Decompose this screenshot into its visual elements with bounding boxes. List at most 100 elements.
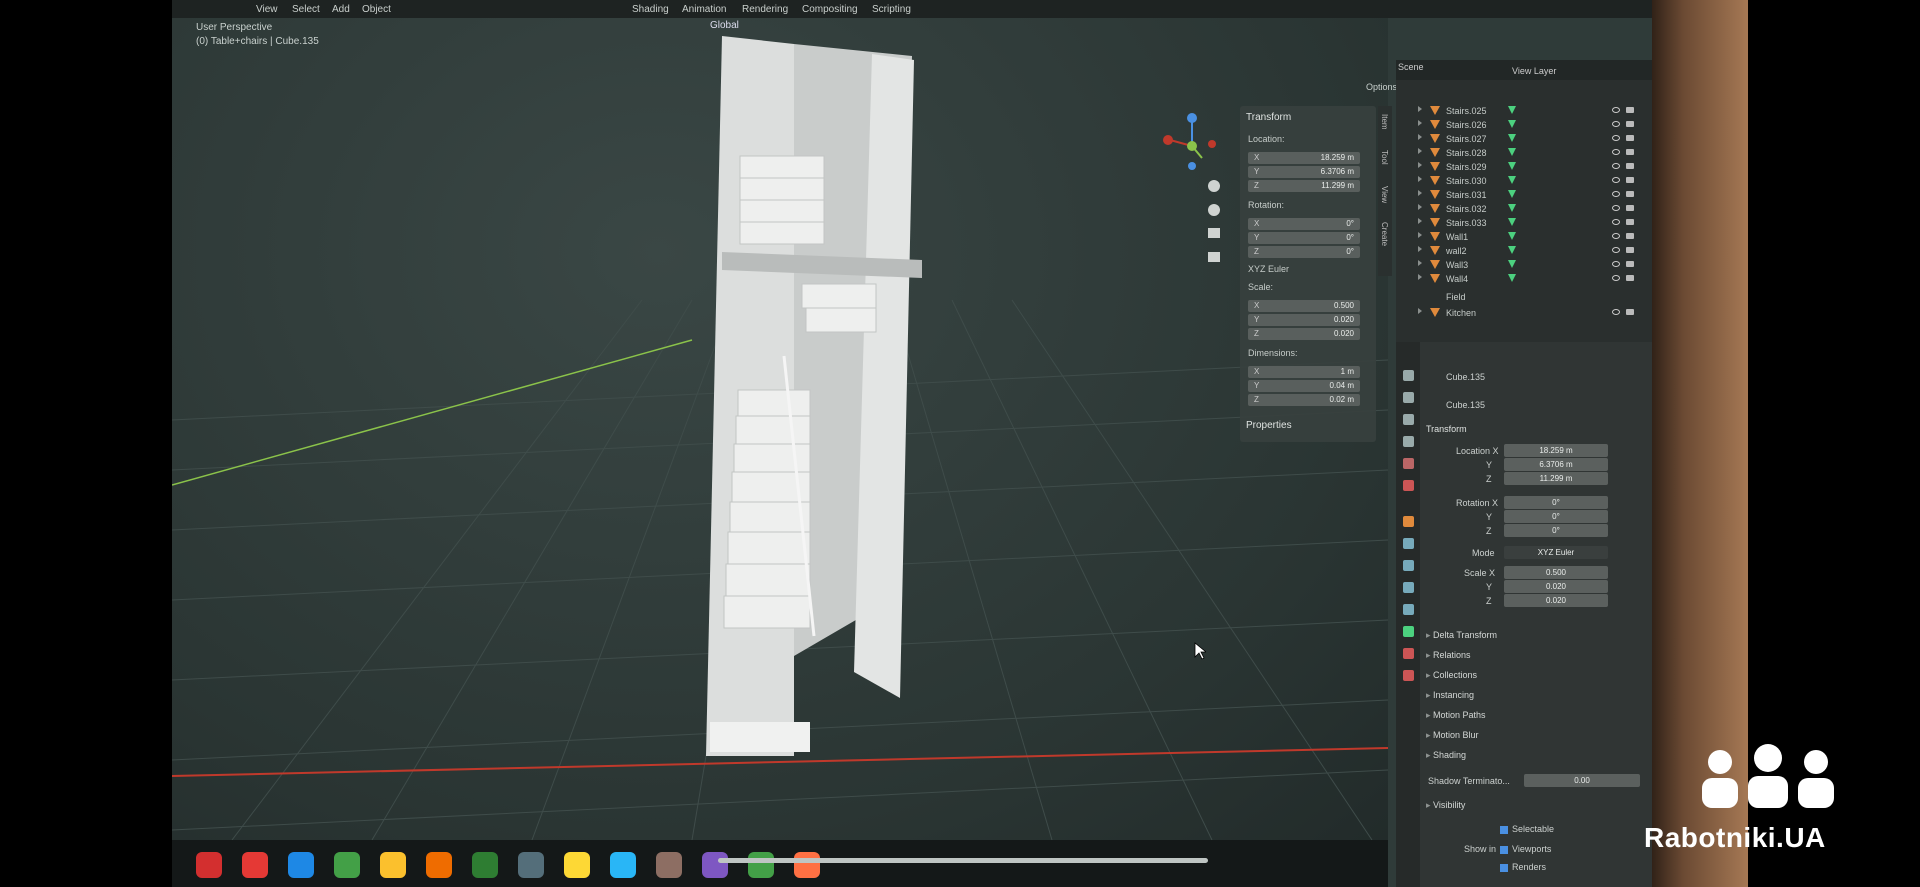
transform-orientation-select[interactable]: Global bbox=[710, 20, 739, 31]
output-tab-icon[interactable] bbox=[1403, 414, 1414, 425]
physics-tab-icon[interactable] bbox=[1403, 582, 1414, 593]
location-x-field[interactable]: X 18.259 m bbox=[1248, 152, 1360, 164]
data-tab-icon[interactable] bbox=[1403, 626, 1414, 637]
staircase-model[interactable] bbox=[682, 36, 1202, 766]
dimension-x-field[interactable]: X1 m bbox=[1248, 366, 1360, 378]
tab-shading[interactable]: Shading bbox=[632, 4, 669, 15]
location-z-input[interactable]: 11.299 m bbox=[1504, 472, 1608, 485]
outliner-row[interactable]: Stairs.030 bbox=[1396, 174, 1652, 188]
render-tab-icon[interactable] bbox=[1403, 392, 1414, 403]
data-name-field[interactable]: Cube.135 bbox=[1446, 400, 1485, 410]
folder-icon[interactable] bbox=[288, 852, 314, 878]
delta-transform-section[interactable]: Delta Transform bbox=[1426, 630, 1497, 641]
navigation-gizmo[interactable] bbox=[1162, 106, 1232, 276]
app-red-icon[interactable] bbox=[242, 852, 268, 878]
tab-create[interactable]: Create bbox=[1380, 222, 1389, 246]
blender-icon[interactable] bbox=[426, 852, 452, 878]
motion-blur-section[interactable]: Motion Blur bbox=[1426, 730, 1479, 741]
media-player-icon[interactable] bbox=[748, 852, 774, 878]
menu-view[interactable]: View bbox=[256, 4, 278, 15]
object-tab-icon[interactable] bbox=[1403, 516, 1414, 527]
motion-paths-section[interactable]: Motion Paths bbox=[1426, 710, 1486, 721]
app-icon[interactable] bbox=[656, 852, 682, 878]
viber-icon[interactable] bbox=[702, 852, 728, 878]
renders-checkbox[interactable] bbox=[1500, 864, 1508, 872]
modifier-tab-icon[interactable] bbox=[1403, 538, 1414, 549]
outliner-row[interactable]: Stairs.025 bbox=[1396, 104, 1652, 118]
tab-rendering[interactable]: Rendering bbox=[742, 4, 788, 15]
scale-y-input[interactable]: 0.020 bbox=[1504, 580, 1608, 593]
tab-scripting[interactable]: Scripting bbox=[872, 4, 911, 15]
outliner-row[interactable]: Stairs.027 bbox=[1396, 132, 1652, 146]
mode-select[interactable]: XYZ Euler bbox=[1504, 546, 1608, 559]
instancing-section[interactable]: Instancing bbox=[1426, 690, 1474, 701]
transform-header[interactable]: Transform bbox=[1246, 112, 1291, 123]
visibility-section[interactable]: Visibility bbox=[1426, 800, 1465, 811]
rotation-y-input[interactable]: 0° bbox=[1504, 510, 1608, 523]
view-layer-tab-icon[interactable] bbox=[1403, 436, 1414, 447]
rotation-y-field[interactable]: Y 0° bbox=[1248, 232, 1360, 244]
world-tab-icon[interactable] bbox=[1403, 480, 1414, 491]
scale-x-input[interactable]: 0.500 bbox=[1504, 566, 1608, 579]
3d-viewport[interactable]: User Perspective (0) Table+chairs | Cube… bbox=[172, 0, 1397, 840]
menu-add[interactable]: Add bbox=[332, 4, 350, 15]
menu-select[interactable]: Select bbox=[292, 4, 320, 15]
outliner-row[interactable]: Stairs.031 bbox=[1396, 188, 1652, 202]
location-y-field[interactable]: Y 6.3706 m bbox=[1248, 166, 1360, 178]
options-button[interactable]: Options bbox=[1366, 82, 1397, 92]
texture-tab-icon[interactable] bbox=[1403, 670, 1414, 681]
3d-app-icon[interactable] bbox=[518, 852, 544, 878]
particles-tab-icon[interactable] bbox=[1403, 560, 1414, 571]
outliner-row[interactable]: wall2 bbox=[1396, 244, 1652, 258]
location-x-input[interactable]: 18.259 m bbox=[1504, 444, 1608, 457]
scale-y-field[interactable]: Y 0.020 bbox=[1248, 314, 1360, 326]
scene-tab-icon[interactable] bbox=[1403, 458, 1414, 469]
material-tab-icon[interactable] bbox=[1403, 648, 1414, 659]
collections-section[interactable]: Collections bbox=[1426, 670, 1477, 681]
outliner-row[interactable]: Stairs.029 bbox=[1396, 160, 1652, 174]
opera-icon[interactable] bbox=[196, 852, 222, 878]
outliner-row[interactable]: Field bbox=[1396, 290, 1652, 304]
properties-header[interactable]: Properties bbox=[1246, 420, 1292, 431]
outliner-row[interactable]: Wall4 bbox=[1396, 272, 1652, 286]
menu-object[interactable]: Object bbox=[362, 4, 391, 15]
dimension-z-field[interactable]: Z 0.02 m bbox=[1248, 394, 1360, 406]
outliner-row[interactable]: Kitchen bbox=[1396, 306, 1652, 320]
game-icon[interactable] bbox=[794, 852, 820, 878]
tool-tab-icon[interactable] bbox=[1403, 370, 1414, 381]
view-layer-selector[interactable]: View Layer bbox=[1512, 66, 1556, 76]
outliner-row[interactable]: Wall3 bbox=[1396, 258, 1652, 272]
outliner-row[interactable]: Stairs.026 bbox=[1396, 118, 1652, 132]
scale-x-field[interactable]: X 0.500 bbox=[1248, 300, 1360, 312]
chrome-icon[interactable] bbox=[334, 852, 360, 878]
outliner-row[interactable]: Wall1 bbox=[1396, 230, 1652, 244]
rotation-mode-select[interactable]: XYZ Euler bbox=[1248, 264, 1289, 274]
location-z-field[interactable]: Z 11.299 m bbox=[1248, 180, 1360, 192]
transform-section[interactable]: Transform bbox=[1426, 424, 1467, 434]
outliner-row[interactable]: Stairs.028 bbox=[1396, 146, 1652, 160]
relations-section[interactable]: Relations bbox=[1426, 650, 1471, 661]
object-name-field[interactable]: Cube.135 bbox=[1446, 372, 1485, 382]
shading-section[interactable]: Shading bbox=[1426, 750, 1466, 761]
shadow-terminator-input[interactable]: 0.00 bbox=[1524, 774, 1640, 787]
rotation-z-field[interactable]: Z 0° bbox=[1248, 246, 1360, 258]
constraints-tab-icon[interactable] bbox=[1403, 604, 1414, 615]
location-y-input[interactable]: 6.3706 m bbox=[1504, 458, 1608, 471]
rotation-x-field[interactable]: X 0° bbox=[1248, 218, 1360, 230]
globe-icon[interactable] bbox=[610, 852, 636, 878]
dimension-y-field[interactable]: Y 0.04 m bbox=[1248, 380, 1360, 392]
rotation-z-input[interactable]: 0° bbox=[1504, 524, 1608, 537]
tab-item[interactable]: Item bbox=[1380, 114, 1389, 130]
tab-animation[interactable]: Animation bbox=[682, 4, 726, 15]
chrome-icon[interactable] bbox=[380, 852, 406, 878]
scale-z-field[interactable]: Z 0.020 bbox=[1248, 328, 1360, 340]
scale-z-input[interactable]: 0.020 bbox=[1504, 594, 1608, 607]
tab-view[interactable]: View bbox=[1380, 186, 1389, 203]
scene-selector[interactable]: Scene bbox=[1398, 62, 1424, 72]
selectable-checkbox[interactable] bbox=[1500, 826, 1508, 834]
rotation-x-input[interactable]: 0° bbox=[1504, 496, 1608, 509]
viewports-checkbox[interactable] bbox=[1500, 846, 1508, 854]
tab-tool[interactable]: Tool bbox=[1380, 150, 1389, 165]
tab-compositing[interactable]: Compositing bbox=[802, 4, 858, 15]
outliner-row[interactable]: Stairs.033 bbox=[1396, 216, 1652, 230]
